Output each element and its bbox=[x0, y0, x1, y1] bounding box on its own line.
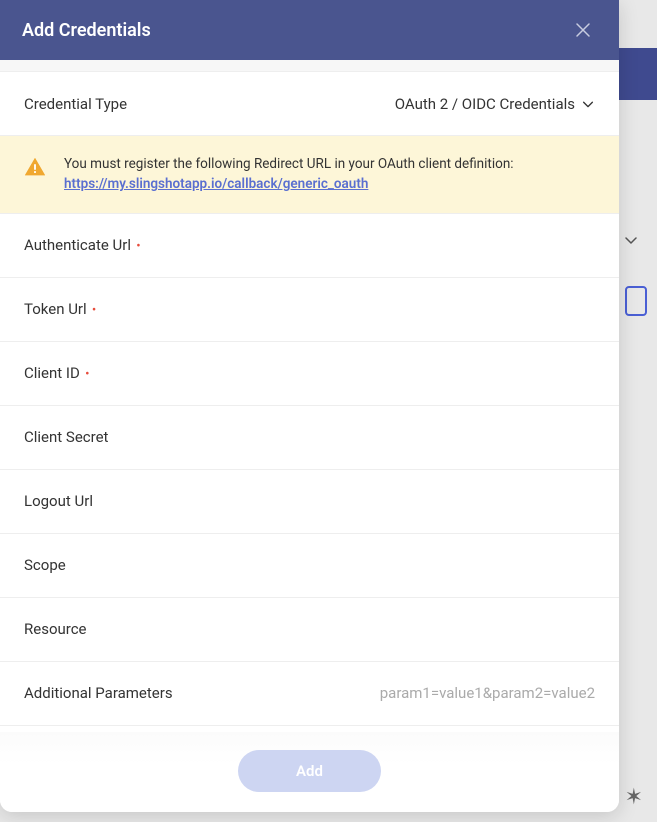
background-outline-box bbox=[625, 286, 647, 316]
authenticate-url-label: Authenticate Url • bbox=[24, 236, 141, 254]
redirect-url-alert: You must register the following Redirect… bbox=[0, 136, 619, 214]
modal-title: Add Credentials bbox=[22, 20, 151, 41]
client-secret-row[interactable]: Client Secret bbox=[0, 406, 619, 470]
chevron-down-icon bbox=[581, 97, 595, 111]
additional-parameters-label: Additional Parameters bbox=[24, 684, 173, 702]
additional-parameters-input[interactable] bbox=[193, 684, 595, 702]
token-url-label: Token Url • bbox=[24, 300, 96, 318]
required-indicator: • bbox=[89, 303, 97, 318]
additional-parameters-row[interactable]: Additional Parameters bbox=[0, 662, 619, 726]
field-label-text: Client ID bbox=[24, 364, 80, 382]
redirect-url-link[interactable]: https://my.slingshotapp.io/callback/gene… bbox=[64, 176, 368, 192]
alert-text: You must register the following Redirect… bbox=[64, 154, 514, 195]
credential-type-selected: OAuth 2 / OIDC Credentials bbox=[395, 95, 575, 113]
scope-label: Scope bbox=[24, 556, 66, 574]
authenticate-url-row[interactable]: Authenticate Url • bbox=[0, 214, 619, 278]
credential-type-label: Credential Type bbox=[24, 95, 127, 113]
credential-type-value: OAuth 2 / OIDC Credentials bbox=[395, 95, 595, 113]
close-icon bbox=[573, 20, 593, 40]
chevron-down-icon bbox=[623, 232, 639, 252]
close-button[interactable] bbox=[569, 16, 597, 44]
add-button[interactable]: Add bbox=[238, 750, 381, 792]
resource-label: Resource bbox=[24, 620, 87, 638]
client-id-row[interactable]: Client ID • bbox=[0, 342, 619, 406]
modal-header: Add Credentials bbox=[0, 0, 619, 60]
required-indicator: • bbox=[133, 239, 141, 254]
resource-row[interactable]: Resource bbox=[0, 598, 619, 662]
warning-icon bbox=[24, 156, 46, 182]
required-indicator: • bbox=[82, 367, 90, 382]
logout-url-row[interactable]: Logout Url bbox=[0, 470, 619, 534]
client-id-label: Client ID • bbox=[24, 364, 89, 382]
field-label-text: Authenticate Url bbox=[24, 236, 131, 254]
scope-row[interactable]: Scope bbox=[0, 534, 619, 598]
modal-body: Credential Type OAuth 2 / OIDC Credentia… bbox=[0, 60, 619, 732]
token-url-row[interactable]: Token Url • bbox=[0, 278, 619, 342]
credential-type-row[interactable]: Credential Type OAuth 2 / OIDC Credentia… bbox=[0, 72, 619, 136]
logout-url-label: Logout Url bbox=[24, 492, 93, 510]
bug-icon: ✶ bbox=[625, 785, 643, 810]
client-secret-label: Client Secret bbox=[24, 428, 108, 446]
modal-footer: Add bbox=[0, 732, 619, 812]
spacer bbox=[0, 60, 619, 72]
add-credentials-modal: Add Credentials Credential Type OAuth 2 … bbox=[0, 0, 619, 812]
field-label-text: Token Url bbox=[24, 300, 87, 318]
alert-message: You must register the following Redirect… bbox=[64, 156, 514, 172]
